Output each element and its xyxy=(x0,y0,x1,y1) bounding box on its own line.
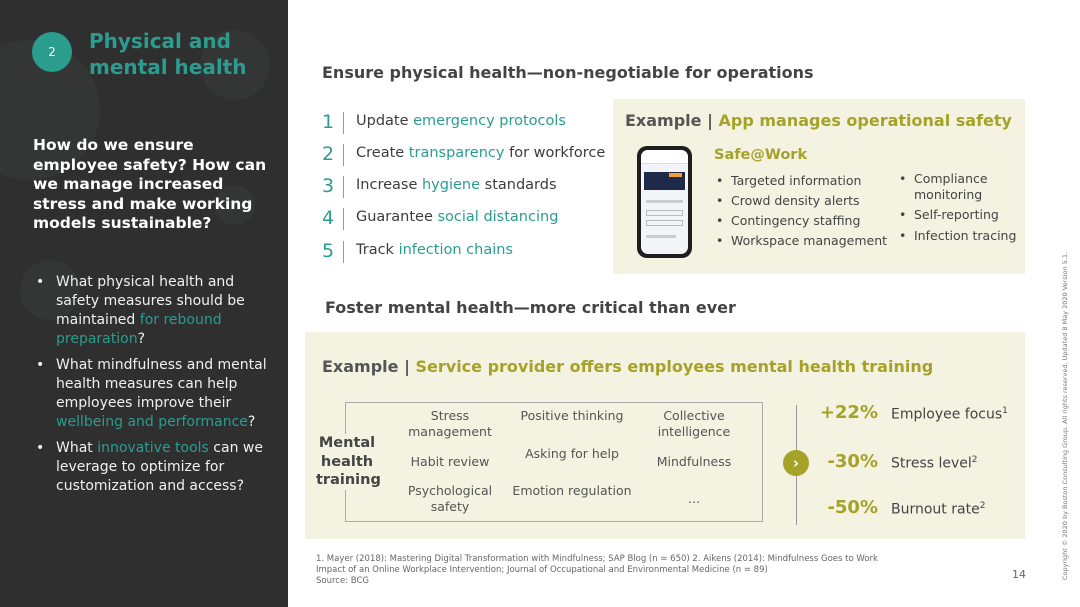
text: Track xyxy=(356,242,399,258)
title-line: Physical and xyxy=(89,29,231,53)
app-name-text: Safe@Work xyxy=(714,147,808,163)
training-topic: Stress management xyxy=(408,408,492,439)
text: Guarantee xyxy=(356,209,438,225)
divider xyxy=(343,144,344,166)
item-number: 3 xyxy=(321,175,335,197)
item-number: 2 xyxy=(321,143,335,165)
section-number-badge: 2 xyxy=(32,32,72,72)
text: Burnout rate xyxy=(891,501,980,518)
stat-label: Employee focus1 xyxy=(891,406,1008,423)
divider xyxy=(343,208,344,230)
footnote-ref: 2 xyxy=(971,455,978,465)
list-item: Track infection chains xyxy=(356,242,513,258)
list-item: Compliance monitoring xyxy=(897,171,1017,203)
training-topic: Collective intelligence xyxy=(657,408,731,439)
physical-heading: Ensure physical health—non-negotiable fo… xyxy=(322,63,814,82)
app-example-heading: Example | App manages operational safety xyxy=(625,111,1012,130)
training-topic: Psychological safety xyxy=(407,483,493,514)
training-example-heading: Example | Service provider offers employ… xyxy=(322,357,933,376)
list-item: Increase hygiene standards xyxy=(356,177,557,193)
text: ? xyxy=(137,331,146,347)
key-question: How do we ensure employee safety? How ca… xyxy=(33,136,267,232)
list-item: Contingency staffing xyxy=(714,211,887,231)
list-item: Crowd density alerts xyxy=(714,191,887,211)
example-title: App manages operational safety xyxy=(718,111,1012,130)
list-item: Update emergency protocols xyxy=(356,113,566,129)
training-topic: Habit review xyxy=(410,454,490,469)
phone-app-image xyxy=(637,146,692,258)
text: What mindfulness and mental health measu… xyxy=(56,357,267,411)
text: Update xyxy=(356,113,414,129)
question-list: What physical health and safety measures… xyxy=(36,273,281,503)
text: Increase xyxy=(356,177,422,193)
footnotes: 1. Mayer (2018): Mastering Digital Trans… xyxy=(316,554,886,587)
highlight: transparency xyxy=(408,145,505,161)
example-label: Example | xyxy=(322,357,416,376)
stat-value: -50% xyxy=(827,497,878,518)
example-title: Service provider offers employees mental… xyxy=(415,357,934,376)
divider xyxy=(343,241,344,263)
training-topic: … xyxy=(687,491,701,506)
stat-label: Stress level2 xyxy=(891,455,978,472)
highlight: wellbeing and performance xyxy=(56,414,248,430)
list-item: Workspace management xyxy=(714,231,887,251)
highlight: hygiene xyxy=(421,177,481,193)
training-topic: Positive thinking xyxy=(520,408,624,423)
app-features-col1: Targeted information Crowd density alert… xyxy=(714,171,887,251)
list-item: Guarantee social distancing xyxy=(356,209,558,225)
training-topic: Asking for help xyxy=(525,446,619,461)
divider xyxy=(343,176,344,198)
example-label: Example | xyxy=(625,111,719,130)
list-item: Create transparency for workforce xyxy=(356,145,605,161)
list-item: Targeted information xyxy=(714,171,887,191)
text: Employee focus xyxy=(891,406,1003,423)
highlight: emergency protocols xyxy=(413,113,566,129)
copyright: Copyright © 2020 by Boston Consulting Gr… xyxy=(1061,251,1069,580)
footnote-ref: 2 xyxy=(979,501,986,511)
divider xyxy=(343,112,344,134)
list-item: Infection tracing xyxy=(897,228,1017,244)
list-item: Self-reporting xyxy=(897,207,1017,223)
highlight: social distancing xyxy=(437,209,559,225)
stat-label: Burnout rate2 xyxy=(891,501,985,518)
training-topic: Mindfulness xyxy=(656,454,732,469)
app-features-col2: Compliance monitoring Self-reporting Inf… xyxy=(897,171,1017,244)
footnote: 1. Mayer (2018): Mastering Digital Trans… xyxy=(316,554,878,575)
highlight: innovative tools xyxy=(97,440,209,456)
text: ? xyxy=(247,414,256,430)
sidebar-panel: 2 Physical and mental health How do we en… xyxy=(0,0,288,607)
list-item: What mindfulness and mental health measu… xyxy=(36,356,281,432)
item-number: 1 xyxy=(321,111,335,133)
footnote-ref: 1 xyxy=(1002,406,1008,416)
app-name: Safe@Work xyxy=(714,147,807,163)
text: for workforce xyxy=(504,145,606,161)
section-title: Physical and mental health xyxy=(89,28,246,80)
item-number: 4 xyxy=(321,207,335,229)
list-item: What innovative tools can we leverage to… xyxy=(36,439,281,496)
training-topic: Emotion regulation xyxy=(512,483,632,498)
item-number: 5 xyxy=(321,240,335,262)
stat-value: +22% xyxy=(819,402,878,423)
chevron-right-icon: › xyxy=(783,450,809,476)
stat-value: -30% xyxy=(827,451,878,472)
highlight: infection chains xyxy=(398,242,513,258)
training-label: Mental health training xyxy=(316,434,381,490)
text: Create xyxy=(356,145,409,161)
list-item: What physical health and safety measures… xyxy=(36,273,281,349)
title-line: mental health xyxy=(89,55,247,79)
text: Stress level xyxy=(891,455,972,472)
source: Source: BCG xyxy=(316,576,369,586)
text: standards xyxy=(480,177,557,193)
page-number: 14 xyxy=(1012,568,1026,581)
text: What xyxy=(56,440,98,456)
mental-heading: Foster mental health—more critical than … xyxy=(325,298,736,317)
